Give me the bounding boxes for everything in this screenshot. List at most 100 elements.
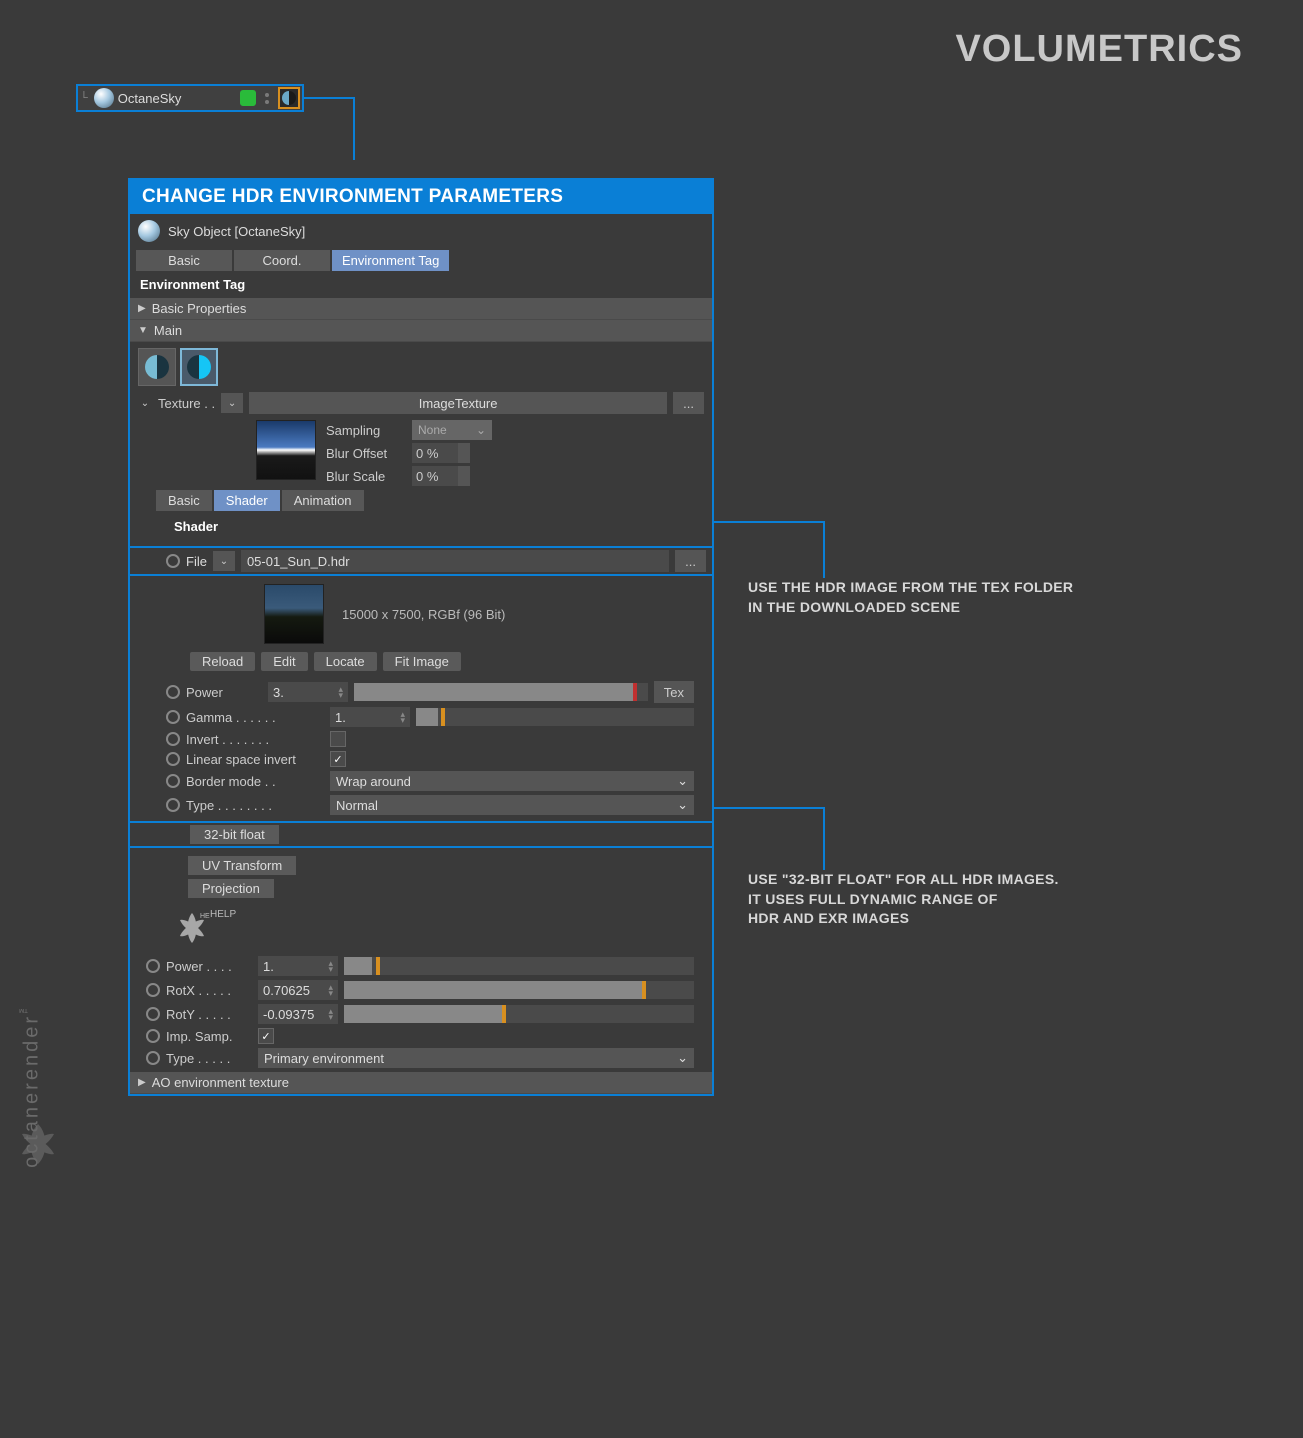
gamma-input[interactable]: 1.▴▾ [330,707,410,727]
projection-button[interactable]: Projection [188,879,274,898]
env-mode-a-button[interactable] [138,348,176,386]
object-header: Sky Object [OctaneSky] [130,214,712,248]
roty-input[interactable]: -0.09375▴▾ [258,1004,338,1024]
collapse-basic-properties[interactable]: ▶ Basic Properties [130,298,712,320]
file-browse-button[interactable]: ... [675,550,706,572]
imp-samp-label: Imp. Samp. [166,1029,252,1044]
anim-dot-icon[interactable] [146,983,160,997]
expand-icon[interactable]: ⌄ [138,398,152,409]
help-icon[interactable]: HELP [174,910,210,946]
edit-button[interactable]: Edit [261,652,307,671]
file-label: File [186,554,207,569]
blur-scale-label: Blur Scale [326,469,406,484]
triangle-right-icon: ▶ [138,1077,146,1088]
annotation-1: USE THE HDR IMAGE FROM THE TEX FOLDER IN… [748,578,1073,617]
visibility-toggle-icon[interactable] [240,90,256,106]
blur-offset-label: Blur Offset [326,446,406,461]
collapse-main[interactable]: ▼ Main [130,320,712,342]
invert-checkbox[interactable] [330,731,346,747]
sampling-dropdown[interactable]: None⌄ [412,420,492,440]
env-power-input[interactable]: 1.▴▾ [258,956,338,976]
collapse-ao-texture[interactable]: ▶ AO environment texture [130,1072,712,1094]
uv-transform-button[interactable]: UV Transform [188,856,296,875]
file-path-input[interactable]: 05-01_Sun_D.hdr [241,550,669,572]
gamma-slider[interactable] [416,708,694,726]
anim-dot-icon[interactable] [166,685,180,699]
rotx-input[interactable]: 0.70625▴▾ [258,980,338,1000]
tab-environment[interactable]: Environment Tag [332,250,449,271]
roty-label: RotY . . . . . [166,1007,252,1022]
env-power-slider[interactable] [344,957,694,975]
subtab-shader[interactable]: Shader [214,490,280,511]
texture-browse-button[interactable]: ... [673,392,704,414]
tab-coord[interactable]: Coord. [234,250,330,271]
sampling-label: Sampling [326,423,406,438]
shader-power-slider[interactable] [354,683,648,701]
tree-branch-icon: └ [80,92,88,104]
image-thumbnail[interactable] [264,584,324,644]
object-header-label: Sky Object [OctaneSky] [168,224,305,239]
object-row[interactable]: └ OctaneSky [76,84,304,112]
globe-icon [94,88,114,108]
anim-dot-icon[interactable] [166,798,180,812]
anim-dot-icon[interactable] [146,1007,160,1021]
roty-slider[interactable] [344,1005,694,1023]
subtab-animation[interactable]: Animation [282,490,364,511]
linear-invert-label: Linear space invert [186,752,324,767]
annotation-2: USE "32-BIT FLOAT" FOR ALL HDR IMAGES. I… [748,870,1059,929]
locate-button[interactable]: Locate [314,652,377,671]
anim-dot-icon[interactable] [166,774,180,788]
anim-dot-icon[interactable] [166,752,180,766]
env-type-dropdown[interactable]: Primary environment⌄ [258,1048,694,1068]
attribute-panel: CHANGE HDR ENVIRONMENT PARAMETERS Sky Ob… [128,178,714,1096]
texture-dropdown[interactable]: ⌄ [221,393,243,413]
main-tabs: Basic Coord. Environment Tag [130,248,712,271]
shader-power-label: Power [186,685,262,700]
bit-depth-button[interactable]: 32-bit float [190,825,279,844]
tab-basic[interactable]: Basic [136,250,232,271]
anim-dot-icon[interactable] [146,959,160,973]
blur-scale-input[interactable]: 0 % [412,466,470,486]
globe-icon [138,220,160,242]
image-info: 15000 x 7500, RGBf (96 Bit) [342,607,505,622]
env-type-label: Type . . . . . [166,1051,252,1066]
panel-title: CHANGE HDR ENVIRONMENT PARAMETERS [130,180,712,214]
anim-dot-icon[interactable] [166,554,180,568]
triangle-right-icon: ▶ [138,303,146,314]
shader-power-input[interactable]: 3.▴▾ [268,682,348,702]
octane-logo-icon [14,1120,62,1168]
rotx-label: RotX . . . . . [166,983,252,998]
triangle-down-icon: ▼ [138,325,148,336]
anim-dot-icon[interactable] [146,1051,160,1065]
texture-label: Texture . . [158,396,215,411]
texture-subtabs: Basic Shader Animation [138,488,704,513]
render-dots-icon[interactable] [260,90,274,106]
help-label: HELP [210,909,236,920]
linear-invert-checkbox[interactable]: ✓ [330,751,346,767]
subtab-basic[interactable]: Basic [156,490,212,511]
blur-offset-input[interactable]: 0 % [412,443,470,463]
texture-value[interactable]: ImageTexture [249,392,667,414]
env-mode-b-button[interactable] [180,348,218,386]
border-mode-label: Border mode . . [186,774,324,789]
rotx-slider[interactable] [344,981,694,999]
environment-tag-icon[interactable] [278,87,300,109]
svg-text:HELP: HELP [200,913,210,920]
imp-samp-checkbox[interactable]: ✓ [258,1028,274,1044]
anim-dot-icon[interactable] [166,732,180,746]
texture-thumbnail[interactable] [256,420,316,480]
tex-button[interactable]: Tex [654,681,694,703]
shader-section-label: Shader [138,513,704,540]
anim-dot-icon[interactable] [146,1029,160,1043]
fit-image-button[interactable]: Fit Image [383,652,461,671]
file-dropdown[interactable]: ⌄ [213,551,235,571]
section-label: Environment Tag [130,271,712,298]
invert-label: Invert . . . . . . . [186,732,324,747]
border-mode-dropdown[interactable]: Wrap around⌄ [330,771,694,791]
shader-type-label: Type . . . . . . . . [186,798,324,813]
page-title: VOLUMETRICS [955,28,1243,71]
anim-dot-icon[interactable] [166,710,180,724]
shader-type-dropdown[interactable]: Normal⌄ [330,795,694,815]
reload-button[interactable]: Reload [190,652,255,671]
file-row-highlight: File ⌄ 05-01_Sun_D.hdr ... [128,546,714,576]
